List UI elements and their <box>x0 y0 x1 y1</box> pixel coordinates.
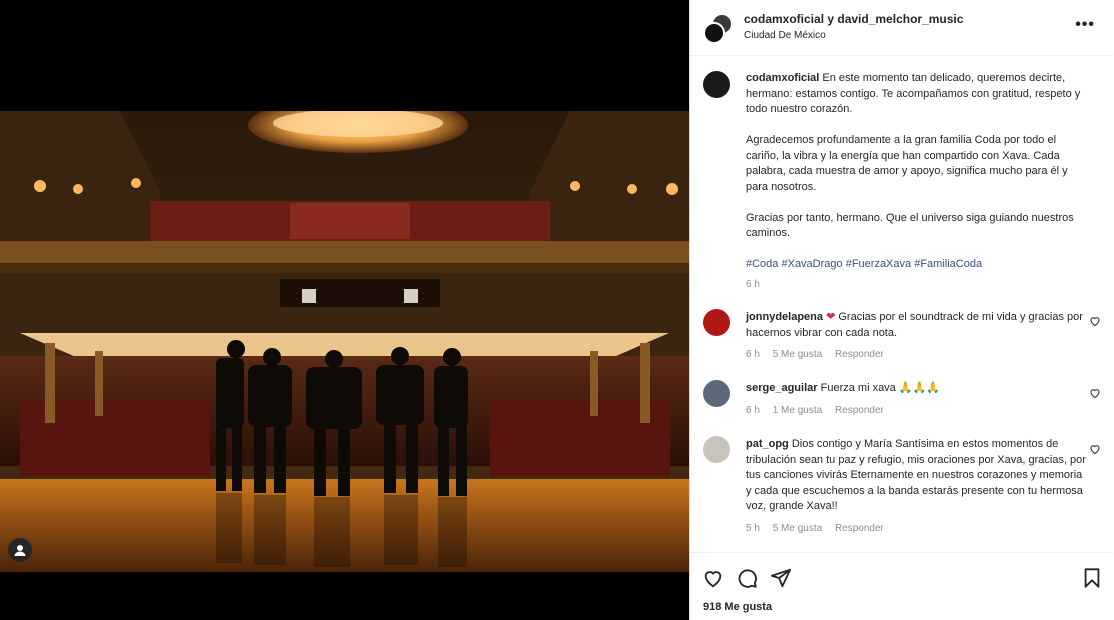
avatar[interactable] <box>703 436 730 463</box>
avatar[interactable] <box>703 380 730 407</box>
collab-avatars[interactable] <box>703 13 735 45</box>
hashtag-link[interactable]: #FamiliaCoda <box>914 258 982 270</box>
share-icon[interactable] <box>770 567 792 589</box>
comment-time: 6 h <box>746 349 760 360</box>
comment-text: Fuerza mi xava <box>820 382 896 394</box>
heart-icon[interactable] <box>702 567 724 589</box>
heart-icon[interactable] <box>1089 387 1101 399</box>
comment-time: 6 h <box>746 404 760 416</box>
theater-stage-photo <box>0 111 689 572</box>
comments-list[interactable]: codamxoficial En este momento tan delica… <box>690 57 1113 552</box>
comment-username[interactable]: serge_aguilar <box>746 382 818 394</box>
post-side-panel: codamxoficial y david_melchor_music Ciud… <box>689 0 1114 620</box>
user-tag-icon[interactable] <box>8 538 32 562</box>
comment-username[interactable]: jonnydelapena <box>746 311 823 323</box>
comment-likes[interactable]: 5 Me gusta <box>773 523 822 534</box>
avatar[interactable] <box>703 309 730 336</box>
comment-item: serge_aguilar Fuerza mi xava 🙏🙏🙏 6 h 1 M… <box>746 381 1086 418</box>
post-location[interactable]: Ciudad De México <box>744 30 826 41</box>
avatar[interactable] <box>703 71 730 98</box>
heart-icon[interactable] <box>1089 315 1101 327</box>
comment-item: pat_opg Dios contigo y María Santísima e… <box>746 437 1086 536</box>
reply-button[interactable]: Responder <box>835 405 884 416</box>
comment-icon[interactable] <box>736 567 758 589</box>
bookmark-icon[interactable] <box>1081 567 1103 589</box>
post-caption: codamxoficial En este momento tan delica… <box>746 71 1091 292</box>
heart-emoji: ❤ <box>826 311 836 323</box>
avatar[interactable] <box>703 22 725 44</box>
heart-icon[interactable] <box>1089 443 1101 455</box>
hashtag-link[interactable]: #Coda <box>746 258 778 270</box>
pray-emoji: 🙏🙏🙏 <box>898 382 940 394</box>
more-horizontal-icon[interactable]: ••• <box>1075 16 1095 34</box>
reply-button[interactable]: Responder <box>835 349 884 360</box>
post-photo[interactable] <box>0 111 689 572</box>
likes-count[interactable]: 918 Me gusta <box>703 601 772 613</box>
comment-item: jonnydelapena ❤ Gracias por el soundtrac… <box>746 310 1086 363</box>
post-media[interactable] <box>0 0 689 620</box>
post-authors[interactable]: codamxoficial y david_melchor_music <box>744 12 963 26</box>
comment-likes[interactable]: 1 Me gusta <box>773 405 822 416</box>
comment-likes[interactable]: 5 Me gusta <box>773 349 822 360</box>
post-actions-bar: 918 Me gusta <box>690 552 1113 620</box>
caption-paragraph: Gracias por tanto, hermano. Que el unive… <box>746 211 1074 240</box>
comment-username[interactable]: pat_opg <box>746 438 789 450</box>
post-header: codamxoficial y david_melchor_music Ciud… <box>690 0 1113 56</box>
caption-hashtags: #Coda #XavaDrago #FuerzaXava #FamiliaCod… <box>746 257 1091 273</box>
comment-text: Dios contigo y María Santísima en estos … <box>746 438 1086 512</box>
caption-time: 6 h <box>746 278 760 290</box>
hashtag-link[interactable]: #FuerzaXava <box>846 258 911 270</box>
reply-button[interactable]: Responder <box>835 523 884 534</box>
comment-time: 5 h <box>746 522 760 534</box>
caption-username[interactable]: codamxoficial <box>746 72 819 84</box>
caption-paragraph: Agradecemos profundamente a la gran fami… <box>746 134 1068 193</box>
hashtag-link[interactable]: #XavaDrago <box>781 258 842 270</box>
